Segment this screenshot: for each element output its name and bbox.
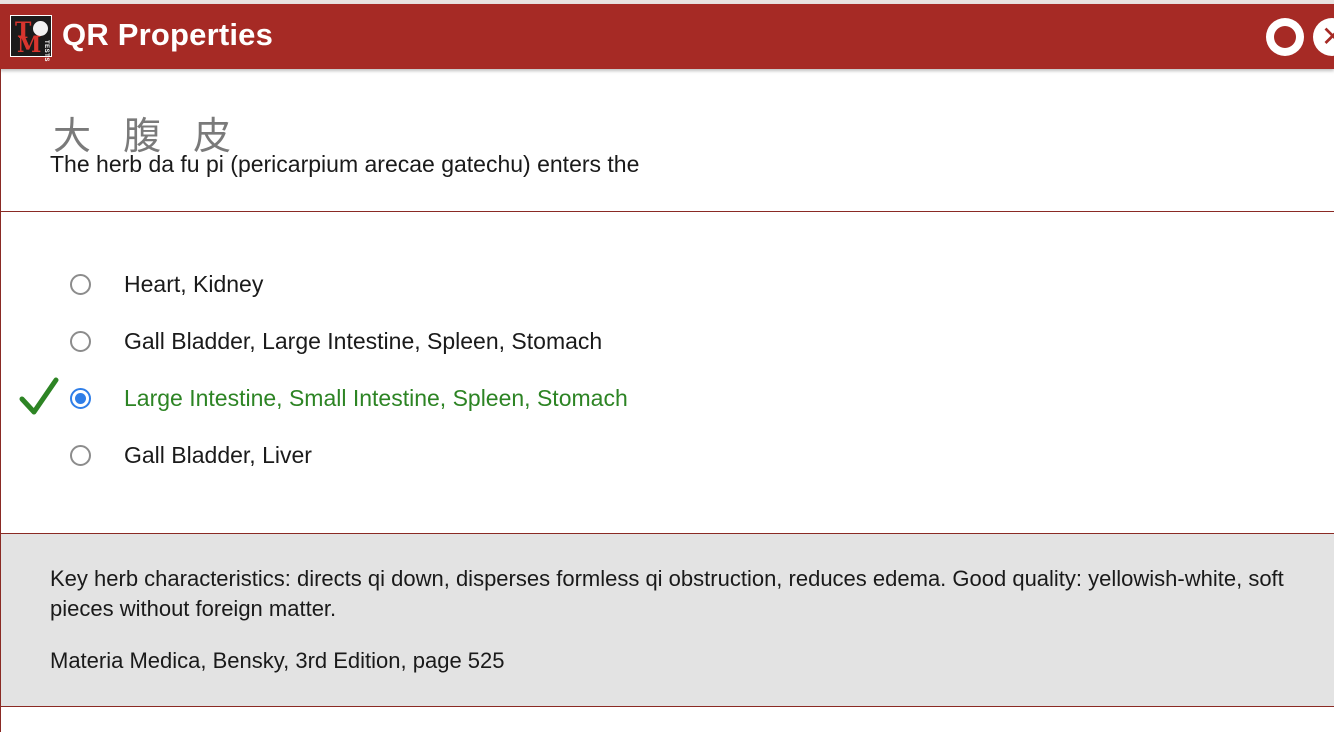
close-icon: ✕ xyxy=(1321,21,1334,52)
answer-list: Heart, Kidney Gall Bladder, Large Intest… xyxy=(0,212,1334,534)
radio-selected-dot xyxy=(75,393,86,404)
answer-option-correct[interactable]: Large Intestine, Small Intestine, Spleen… xyxy=(1,377,901,419)
title-bar: T M TESTS QR Properties ✕ xyxy=(0,4,1334,69)
app-logo: T M TESTS xyxy=(10,15,52,62)
logo-letter-m: M xyxy=(17,32,42,58)
answer-option[interactable]: Gall Bladder, Large Intestine, Spleen, S… xyxy=(1,322,901,362)
answer-option[interactable]: Gall Bladder, Liver xyxy=(1,436,901,476)
question-prompt: The herb da fu pi (pericarpium arecae ga… xyxy=(50,151,640,177)
window-title: QR Properties xyxy=(62,17,274,52)
checkmark-icon xyxy=(19,377,59,415)
close-button[interactable]: ✕ xyxy=(1313,18,1334,56)
explanation-panel: Key herb characteristics: directs qi dow… xyxy=(0,534,1334,707)
answer-option[interactable]: Heart, Kidney xyxy=(1,265,901,305)
explanation-text: Key herb characteristics: directs qi dow… xyxy=(50,566,1284,621)
record-dot-icon xyxy=(1274,26,1296,48)
answer-label: Gall Bladder, Large Intestine, Spleen, S… xyxy=(124,328,603,354)
reference-text: Materia Medica, Bensky, 3rd Edition, pag… xyxy=(50,648,505,673)
bottom-area xyxy=(0,707,1334,732)
radio-button[interactable] xyxy=(70,331,91,352)
radio-button-selected[interactable] xyxy=(70,388,91,409)
answer-label: Heart, Kidney xyxy=(124,271,264,297)
question-panel: 大 腹 皮 The herb da fu pi (pericarpium are… xyxy=(0,69,1334,212)
logo-ball-icon xyxy=(33,21,48,36)
answer-label: Gall Bladder, Liver xyxy=(124,442,312,468)
radio-button[interactable] xyxy=(70,274,91,295)
logo-tests-text: TESTS xyxy=(43,40,49,62)
answer-label: Large Intestine, Small Intestine, Spleen… xyxy=(124,385,628,411)
radio-button[interactable] xyxy=(70,445,91,466)
record-button[interactable] xyxy=(1266,18,1304,56)
